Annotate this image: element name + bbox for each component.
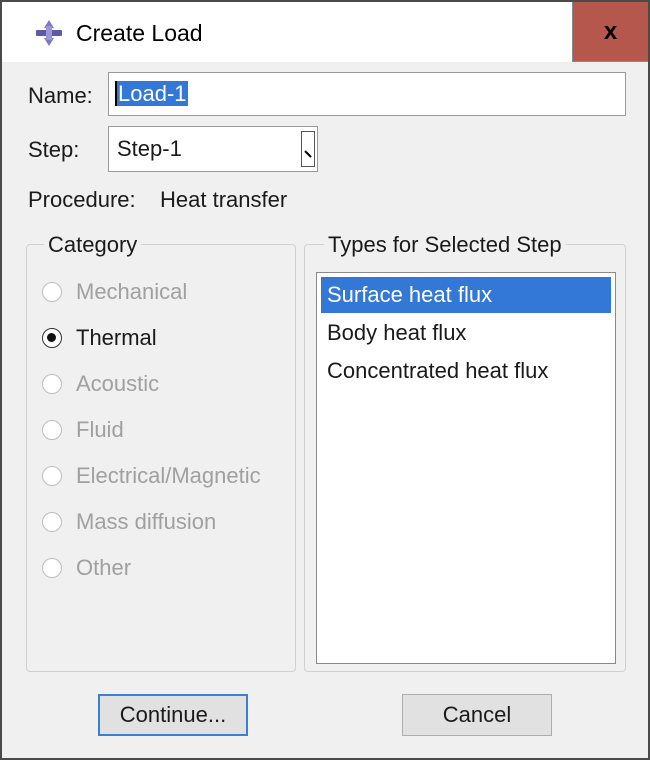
radio-button[interactable]	[42, 466, 62, 486]
radio-fluid[interactable]: Fluid	[42, 416, 124, 444]
name-input[interactable]: Load-1	[108, 72, 626, 116]
list-item-concentrated-heat-flux[interactable]: Concentrated heat flux	[321, 353, 611, 389]
list-item-surface-heat-flux[interactable]: Surface heat flux	[321, 277, 611, 313]
radio-button[interactable]	[42, 374, 62, 394]
radio-button[interactable]	[42, 420, 62, 440]
list-item-body-heat-flux[interactable]: Body heat flux	[321, 315, 611, 351]
category-legend: Category	[44, 232, 142, 258]
create-load-dialog: Create Load x Name: Load-1 Step: Step-1 …	[0, 0, 650, 760]
radio-other[interactable]: Other	[42, 554, 131, 582]
radio-label: Acoustic	[76, 371, 160, 396]
name-label: Name:	[28, 83, 93, 108]
radio-thermal[interactable]: Thermal	[42, 324, 157, 352]
radio-label: Mass diffusion	[76, 509, 217, 534]
close-button[interactable]: x	[572, 2, 648, 62]
dialog-title: Create Load	[76, 20, 203, 46]
step-value: Step-1	[117, 136, 182, 161]
step-select[interactable]: Step-1	[108, 126, 318, 172]
radio-mass-diffusion[interactable]: Mass diffusion	[42, 508, 216, 536]
radio-label: Thermal	[76, 325, 157, 350]
radio-label: Mechanical	[76, 279, 188, 304]
radio-button[interactable]	[42, 512, 62, 532]
chevron-down-icon[interactable]	[301, 131, 315, 167]
procedure-label: Procedure:	[28, 187, 136, 212]
app-icon	[34, 18, 64, 48]
procedure-value: Heat transfer	[160, 187, 288, 212]
radio-label: Fluid	[76, 417, 124, 442]
radio-button[interactable]	[42, 558, 62, 578]
close-icon: x	[603, 17, 618, 45]
radio-label: Electrical/Magnetic	[76, 463, 261, 488]
radio-mechanical[interactable]: Mechanical	[42, 278, 187, 306]
radio-acoustic[interactable]: Acoustic	[42, 370, 159, 398]
radio-label: Other	[76, 555, 132, 580]
types-legend: Types for Selected Step	[324, 232, 566, 258]
cancel-button[interactable]: Cancel	[402, 694, 552, 736]
continue-button[interactable]: Continue...	[98, 694, 248, 736]
radio-electrical-magnetic[interactable]: Electrical/Magnetic	[42, 462, 261, 490]
name-value: Load-1	[115, 81, 188, 106]
radio-button-checked[interactable]	[42, 328, 62, 348]
category-group	[26, 244, 296, 672]
types-listbox[interactable]: Surface heat flux Body heat flux Concent…	[316, 272, 616, 664]
radio-button[interactable]	[42, 282, 62, 302]
step-label: Step:	[28, 137, 80, 162]
title-bar[interactable]: Create Load x	[2, 2, 648, 62]
